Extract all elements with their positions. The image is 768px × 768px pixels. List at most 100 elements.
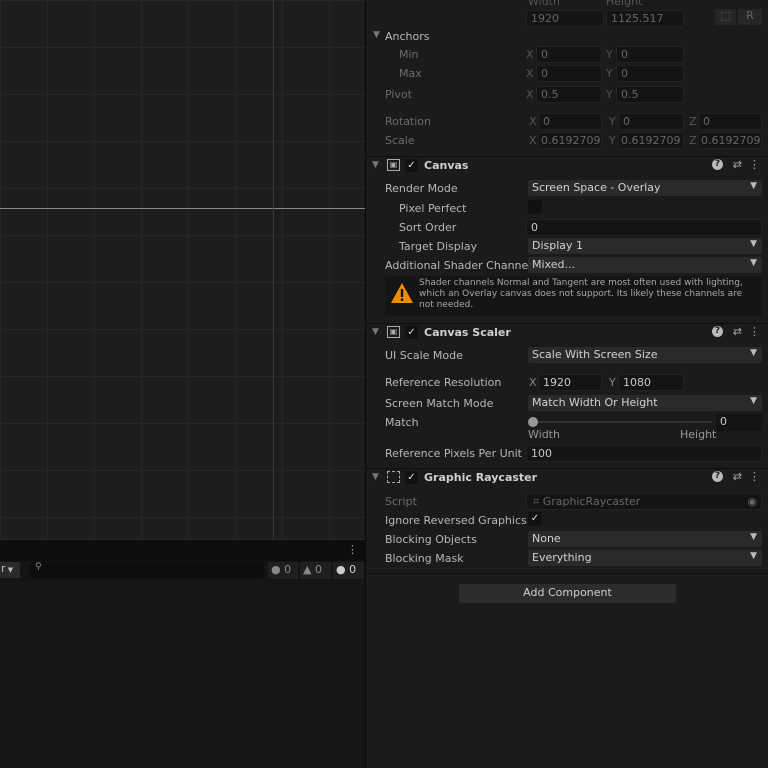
search-icon: ⚲ [35, 562, 42, 572]
match-width-label: Width [528, 428, 560, 441]
blueprint-mode-button[interactable]: ⬚ [715, 9, 736, 25]
match-height-label: Height [680, 428, 717, 441]
foldout-arrow-icon[interactable]: ▼ [372, 160, 379, 170]
help-icon[interactable]: ? [712, 326, 723, 337]
match-slider-track[interactable] [532, 421, 712, 423]
axis-y: Y [606, 67, 613, 80]
rotation-z[interactable]: 0 [698, 113, 762, 130]
add-component-button[interactable]: Add Component [459, 584, 676, 603]
presets-icon[interactable]: ⇄ [733, 158, 742, 171]
anchors-label[interactable]: Anchors [385, 30, 430, 43]
raycaster-icon [387, 471, 400, 483]
sort-order-field[interactable]: 0 [526, 219, 762, 236]
raw-edit-button[interactable]: R [738, 9, 762, 25]
help-icon[interactable]: ? [712, 159, 723, 170]
axis-x: X [526, 48, 534, 61]
reference-ppu-field[interactable]: 100 [526, 445, 762, 462]
raycaster-enabled-checkbox[interactable]: ✓ [405, 471, 418, 484]
error-count-toggle[interactable]: ● 0 [268, 562, 298, 579]
blocking-mask-dropdown[interactable]: Everything ▼ [528, 550, 762, 566]
screen-match-mode-value: Match Width Or Height [532, 396, 658, 409]
help-icon[interactable]: ? [712, 471, 723, 482]
match-value-field[interactable]: 0 [716, 414, 762, 431]
anchors-foldout-icon[interactable]: ▼ [373, 30, 380, 40]
foldout-arrow-icon[interactable]: ▼ [372, 327, 379, 337]
shader-channels-label: Additional Shader Channel [385, 259, 532, 272]
max-label: Max [399, 67, 422, 80]
log-count: 0 [349, 563, 357, 576]
render-mode-dropdown[interactable]: Screen Space - Overlay ▼ [528, 180, 762, 196]
blocking-mask-label: Blocking Mask [385, 552, 464, 565]
presets-icon[interactable]: ⇄ [733, 325, 742, 338]
dropdown-arrow-icon: ▼ [750, 551, 757, 561]
axis-z: Z [689, 115, 697, 128]
axis-y: Y [606, 48, 613, 61]
rotation-label: Rotation [385, 115, 432, 128]
height-label: Height [606, 0, 643, 8]
reference-resolution-y[interactable]: 1080 [618, 374, 684, 391]
anchor-max-x[interactable]: 0 [536, 65, 602, 82]
rotation-x[interactable]: 0 [538, 113, 602, 130]
console-menu-icon[interactable]: ⋮ [347, 543, 358, 556]
graphic-raycaster-component-header[interactable]: ▼ ✓ Graphic Raycaster ? ⇄ ⋮ [366, 468, 768, 488]
canvas-enabled-checkbox[interactable]: ✓ [405, 159, 418, 172]
target-display-dropdown[interactable]: Display 1 ▼ [528, 238, 762, 254]
axis-x: X [529, 115, 537, 128]
render-mode-value: Screen Space - Overlay [532, 181, 661, 194]
anchor-min-x[interactable]: 0 [536, 46, 602, 63]
scale-x[interactable]: 0.6192709 [538, 132, 602, 149]
pivot-y[interactable]: 0.5 [616, 86, 684, 103]
presets-icon[interactable]: ⇄ [733, 470, 742, 483]
script-field[interactable]: ⌗ GraphicRaycaster ◉ [526, 493, 762, 510]
reference-ppu-label: Reference Pixels Per Unit [385, 447, 522, 460]
render-mode-label: Render Mode [385, 182, 458, 195]
component-menu-icon[interactable]: ⋮ [749, 158, 760, 171]
console-search-input[interactable]: ⚲ [30, 562, 264, 578]
screen-match-mode-dropdown[interactable]: Match Width Or Height ▼ [528, 395, 762, 411]
dropdown-arrow-icon: ▼ [5, 566, 14, 574]
anchor-max-y[interactable]: 0 [616, 65, 684, 82]
pivot-x[interactable]: 0.5 [536, 86, 602, 103]
log-count-toggle[interactable]: ● 0 [333, 562, 364, 579]
foldout-arrow-icon[interactable]: ▼ [372, 472, 379, 482]
axis-y: Y [609, 134, 616, 147]
error-icon: ● [271, 563, 281, 576]
blocking-objects-value: None [532, 532, 561, 545]
scene-view[interactable] [0, 0, 365, 539]
width-field[interactable]: 1920 [526, 10, 604, 27]
ignore-reversed-checkbox[interactable]: ✓ [528, 512, 542, 526]
shader-channels-dropdown[interactable]: Mixed... ▼ [528, 257, 762, 273]
warning-icon [391, 283, 413, 303]
script-icon: ⌗ [533, 495, 543, 508]
axis-z: Z [689, 134, 697, 147]
ignore-reversed-label: Ignore Reversed Graphics [385, 514, 527, 527]
reference-resolution-x[interactable]: 1920 [538, 374, 602, 391]
rotation-y[interactable]: 0 [618, 113, 684, 130]
warning-count-toggle[interactable]: ▲ 0 [300, 562, 331, 579]
component-menu-icon[interactable]: ⋮ [749, 470, 760, 483]
min-label: Min [399, 48, 419, 61]
pixel-perfect-checkbox[interactable] [528, 200, 542, 214]
console-log-area [0, 581, 365, 768]
pixel-perfect-label: Pixel Perfect [399, 202, 467, 215]
canvas-component-header[interactable]: ▼ ▣ ✓ Canvas ? ⇄ ⋮ [366, 156, 768, 176]
height-field[interactable]: 1125.517 [606, 10, 684, 27]
warning-count: 0 [314, 563, 322, 576]
scale-y[interactable]: 0.6192709 [618, 132, 684, 149]
scene-vertical-axis [273, 0, 274, 539]
match-slider-handle[interactable] [528, 417, 538, 427]
separator [366, 573, 768, 574]
object-picker-icon[interactable]: ◉ [747, 495, 757, 508]
component-title: Canvas [424, 159, 469, 172]
blocking-objects-dropdown[interactable]: None ▼ [528, 531, 762, 547]
anchor-min-y[interactable]: 0 [616, 46, 684, 63]
canvas-scaler-enabled-checkbox[interactable]: ✓ [405, 326, 418, 339]
canvas-scaler-component-header[interactable]: ▼ ▣ ✓ Canvas Scaler ? ⇄ ⋮ [366, 323, 768, 343]
ui-scale-mode-dropdown[interactable]: Scale With Screen Size ▼ [528, 347, 762, 363]
collapse-dropdown[interactable]: r ▼ [0, 562, 20, 578]
dropdown-arrow-icon: ▼ [750, 181, 757, 191]
warning-text: Shader channels Normal and Tangent are m… [419, 278, 743, 310]
reference-resolution-label: Reference Resolution [385, 376, 502, 389]
component-menu-icon[interactable]: ⋮ [749, 325, 760, 338]
scale-z[interactable]: 0.6192709 [698, 132, 762, 149]
